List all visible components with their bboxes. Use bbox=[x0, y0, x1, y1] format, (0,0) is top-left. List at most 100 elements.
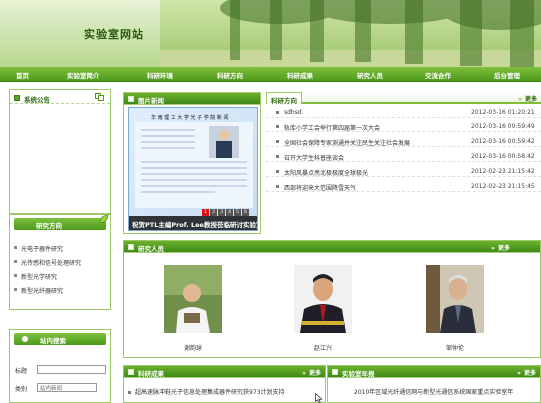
list-item-date: 2012-03-16 01:20:21 bbox=[471, 109, 535, 116]
search-title: 站内搜索 bbox=[40, 337, 66, 345]
pager-page[interactable]: 2 bbox=[210, 209, 217, 216]
list-item-title[interactable]: sdhsd bbox=[284, 109, 302, 116]
site-title: 实验室网站 bbox=[84, 28, 144, 41]
researcher-name[interactable]: 赵江兴 bbox=[294, 343, 352, 352]
pager-page[interactable]: 4 bbox=[226, 209, 233, 216]
list-item-title[interactable]: 西部将迎来大范围降雪天气 bbox=[284, 183, 356, 192]
slide-caption[interactable]: 祝贺PTL主编Prof. Lee教授莅临研讨实验室 bbox=[129, 216, 257, 230]
mouse-cursor-icon bbox=[315, 393, 323, 403]
search-dot-icon bbox=[22, 336, 28, 342]
list-item-date: 2012-03-16 00:58:42 bbox=[471, 153, 535, 160]
bullet-icon bbox=[14, 95, 20, 101]
nav-home[interactable]: 首页 bbox=[16, 70, 29, 80]
category-select-value: 站内新闻 bbox=[40, 386, 63, 392]
list-item-title[interactable]: 2010年区域光纤通信网与新型光通信系统国家重点实验室年 bbox=[354, 389, 513, 396]
arrow-icon: » bbox=[302, 370, 306, 377]
directions-title: 研究方向 bbox=[36, 222, 62, 230]
list-item-title[interactable]: 全国社会保障专家测通并关注民生关注社会发展 bbox=[284, 138, 410, 147]
nav-directions[interactable]: 科研方向 bbox=[217, 70, 243, 80]
bullet-icon bbox=[276, 170, 279, 173]
category-label: 类别 bbox=[15, 386, 28, 393]
lab-annual-title: 实验室年报 bbox=[342, 370, 375, 378]
list-item[interactable]: 轨库小学工会举行第四届第一次大会 2012-03-16 00:59:49 bbox=[266, 122, 541, 132]
category-select[interactable]: 站内新闻 bbox=[37, 383, 97, 392]
nav-environment[interactable]: 科研环境 bbox=[147, 70, 173, 80]
nav-cooperation[interactable]: 交流合作 bbox=[425, 70, 451, 80]
researcher-card[interactable]: 赵江兴 bbox=[294, 265, 352, 352]
researcher-name[interactable]: 邹仲伦 bbox=[426, 343, 484, 352]
bullet-icon bbox=[276, 125, 279, 128]
bullet-icon bbox=[128, 369, 134, 375]
list-item-date: 2012-03-16 00:59:49 bbox=[471, 123, 535, 130]
more-label: 更多 bbox=[523, 370, 536, 377]
nav-admin[interactable]: 后台管理 bbox=[494, 70, 520, 80]
arrow-icon: » bbox=[518, 96, 522, 103]
researcher-photo[interactable] bbox=[294, 265, 352, 333]
tab-research-directions[interactable]: 科研方向 bbox=[266, 92, 302, 105]
bullet-icon bbox=[332, 369, 338, 375]
list-item-title[interactable]: 轨库小学工会举行第四届第一次大会 bbox=[284, 123, 380, 132]
photo-slide[interactable]: 华 南 理 工 大 学 光 子 学 院 新 闻 123456 祝贺PTL主编Pr… bbox=[128, 107, 258, 231]
directions-banner: 研究方向 bbox=[14, 214, 109, 230]
pager-page[interactable]: 1 bbox=[202, 209, 209, 216]
researcher-photo[interactable] bbox=[164, 265, 222, 333]
list-item[interactable]: 太阳风暴点亮北极极度全球极光 2012-02-23 21:15:42 bbox=[266, 167, 541, 177]
list-item[interactable]: 召开大学生科普座谈会 2012-03-16 00:58:42 bbox=[266, 152, 541, 162]
nav-achievements[interactable]: 科研成果 bbox=[287, 70, 313, 80]
more-link[interactable]: » 更多 bbox=[517, 368, 536, 377]
bullet-icon bbox=[276, 185, 279, 188]
bullet-icon bbox=[128, 391, 131, 394]
list-item[interactable]: 2010年区域光纤通信网与新型光通信系统国家重点实验室年 bbox=[354, 387, 513, 396]
slide-pager: 123456 bbox=[201, 208, 249, 216]
researcher-card[interactable]: 谢韵球 bbox=[164, 265, 222, 352]
pager-page[interactable]: 3 bbox=[218, 209, 225, 216]
expand-icon[interactable] bbox=[95, 93, 104, 101]
notice-header: 系统公告 bbox=[10, 90, 110, 104]
keyword-input[interactable] bbox=[37, 365, 106, 374]
research-list-header: 科研方向 » 更多 bbox=[266, 92, 541, 105]
direction-item[interactable]: 光传感和信号处理研究 bbox=[13, 258, 81, 267]
nav-lab-intro[interactable]: 实验室简介 bbox=[67, 70, 100, 80]
bullet-icon bbox=[128, 244, 134, 250]
direction-item[interactable]: 光电子器件研究 bbox=[13, 244, 63, 253]
pager-page[interactable]: 6 bbox=[242, 209, 249, 216]
direction-item[interactable]: 新型光纤器研究 bbox=[13, 286, 63, 295]
researcher-name[interactable]: 谢韵球 bbox=[164, 343, 222, 352]
more-link[interactable]: » 更多 bbox=[302, 368, 321, 377]
keyword-label: 标题 bbox=[15, 368, 28, 375]
lab-annual-header: 实验室年报 » 更多 bbox=[328, 366, 540, 378]
slide-document-title: 华 南 理 工 大 学 光 子 学 院 新 闻 bbox=[151, 115, 229, 121]
more-link[interactable]: » 更多 bbox=[491, 243, 510, 252]
list-item-title[interactable]: 召开大学生科普座谈会 bbox=[284, 153, 344, 162]
list-item-title[interactable]: 超高速脉冲鞋光子信息处理集成器件研究获973计划支持 bbox=[135, 389, 284, 396]
more-link[interactable]: » 更多 bbox=[518, 94, 537, 103]
bullet-icon bbox=[128, 96, 134, 102]
researchers-panel: 研究人员 » 更多 谢韵球 赵江兴 邹仲伦 bbox=[123, 240, 541, 358]
bullet-icon bbox=[276, 155, 279, 158]
list-item[interactable]: sdhsd 2012-03-16 01:20:21 bbox=[266, 108, 541, 118]
list-item[interactable]: 全国社会保障专家测通并关注民生关注社会发展 2012-03-16 00:59:42 bbox=[266, 137, 541, 147]
more-label: 更多 bbox=[524, 96, 537, 103]
list-item-date: 2012-02-23 21:15:42 bbox=[471, 168, 535, 175]
leaf-icon bbox=[99, 214, 109, 224]
photo-news-header: 图片新闻 bbox=[124, 93, 260, 105]
list-item-title[interactable]: 太阳风暴点亮北极极度全球极光 bbox=[284, 168, 368, 177]
list-item-date: 2012-02-23 21:15:45 bbox=[471, 183, 535, 190]
slide-document-image bbox=[135, 122, 253, 208]
list-item-date: 2012-03-16 00:59:42 bbox=[471, 138, 535, 145]
researcher-photo[interactable] bbox=[426, 265, 484, 333]
researchers-title: 研究人员 bbox=[138, 245, 164, 253]
photo-news-title: 图片新闻 bbox=[138, 97, 164, 105]
photo-news-panel: 图片新闻 华 南 理 工 大 学 光 子 学 院 新 闻 123456 祝贺PT… bbox=[123, 92, 261, 234]
search-panel: 站内搜索 标题 类别 站内新闻 bbox=[9, 329, 111, 403]
tree-banner-image bbox=[160, 0, 541, 67]
list-item[interactable]: 西部将迎来大范围降雪天气 2012-02-23 21:15:45 bbox=[266, 182, 541, 192]
direction-item[interactable]: 新型光学研究 bbox=[13, 272, 57, 281]
researcher-card[interactable]: 邹仲伦 bbox=[426, 265, 484, 352]
achievements-panel: 科研成果 » 更多 超高速脉冲鞋光子信息处理集成器件研究获973计划支持 bbox=[123, 365, 326, 403]
nav-researchers[interactable]: 研究人员 bbox=[357, 70, 383, 80]
bullet-icon bbox=[276, 111, 279, 114]
pager-page[interactable]: 5 bbox=[234, 209, 241, 216]
list-item[interactable]: 超高速脉冲鞋光子信息处理集成器件研究获973计划支持 bbox=[128, 387, 284, 396]
search-banner: 站内搜索 bbox=[14, 333, 106, 345]
